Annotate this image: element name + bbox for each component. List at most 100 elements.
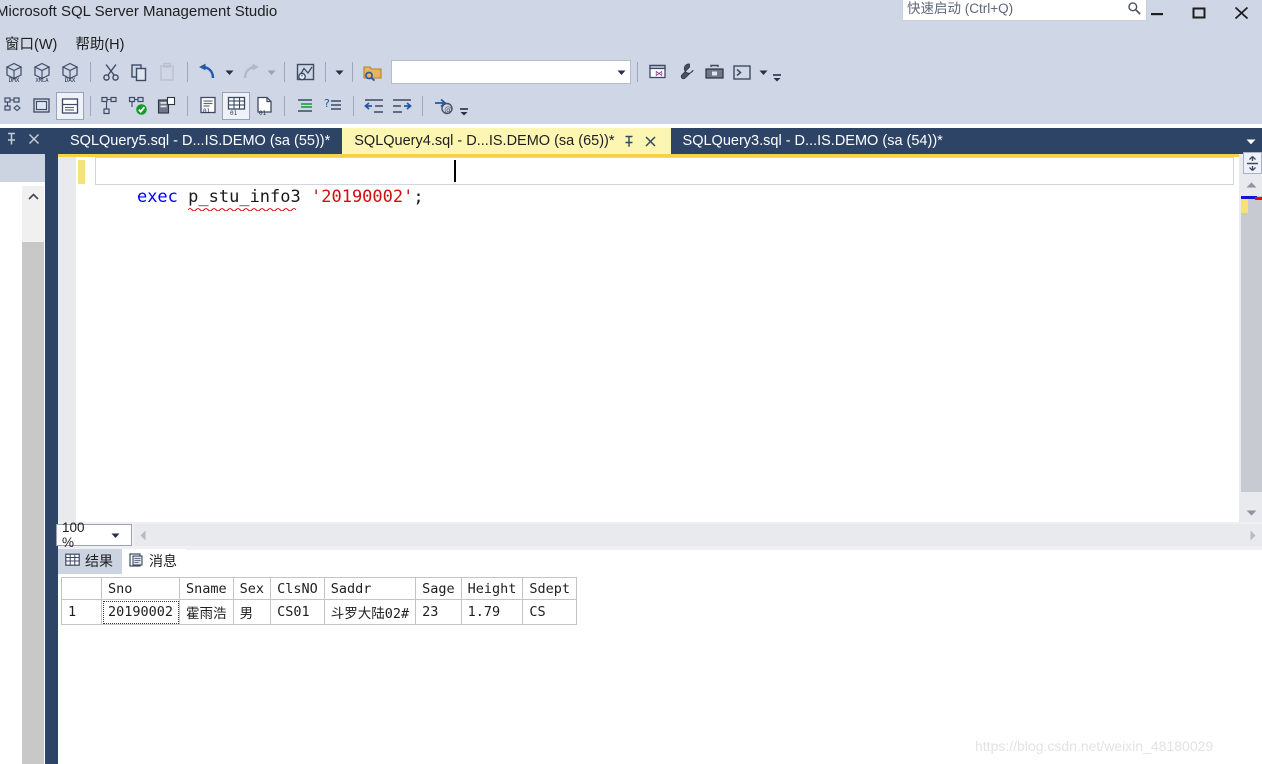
svg-text:@: @: [444, 105, 452, 114]
cell-clsno[interactable]: CS01: [270, 599, 325, 625]
menu-item-window[interactable]: 窗口(W): [0, 31, 66, 56]
toolbar-separator: [90, 62, 91, 82]
undo-dropdown-arrow[interactable]: [222, 58, 236, 86]
row-header-corner[interactable]: [61, 577, 102, 600]
toolbox-button[interactable]: [700, 58, 728, 86]
maximize-button[interactable]: [1178, 0, 1220, 26]
results-grid-area: Sno Sname Sex ClsNO Saddr Sage Height Sd…: [58, 574, 1262, 764]
object-explorer-button[interactable]: [0, 92, 28, 120]
error-squiggle-icon: [188, 208, 297, 211]
scroll-up-arrow[interactable]: [1241, 176, 1262, 194]
database-combo-input[interactable]: [392, 64, 612, 80]
chevron-down-icon[interactable]: [612, 69, 630, 76]
increase-indent-button[interactable]: [388, 92, 416, 120]
results-to-grid-button[interactable]: 01: [222, 92, 250, 120]
column-header-clsno[interactable]: ClsNO: [270, 577, 325, 600]
results-to-file-button[interactable]: 01: [250, 92, 278, 120]
split-editor-button[interactable]: [1243, 152, 1262, 174]
table-row[interactable]: 1 20190002 霍雨浩 男 CS01 斗罗大陆02# 23 1.79 CS: [61, 599, 578, 625]
tab-results[interactable]: 结果: [58, 549, 122, 574]
undo-button[interactable]: [194, 58, 222, 86]
column-header-sex[interactable]: Sex: [232, 577, 272, 600]
pin-icon[interactable]: [5, 132, 18, 151]
column-header-sname[interactable]: Sname: [179, 577, 234, 600]
cell-sage[interactable]: 23: [415, 599, 462, 625]
svg-text:01: 01: [203, 108, 211, 115]
tab-overflow-chevron-down-icon[interactable]: [1240, 128, 1262, 154]
toolbar-overflow-button[interactable]: [457, 92, 471, 120]
cell-height[interactable]: 1.79: [460, 599, 524, 625]
cut-button[interactable]: [97, 58, 125, 86]
window-layout-button[interactable]: ⋈: [644, 58, 672, 86]
toolbar-extra-dropdown[interactable]: [332, 58, 346, 86]
menu-item-help[interactable]: 帮助(H): [66, 31, 133, 56]
column-header-height[interactable]: Height: [460, 577, 524, 600]
column-header-sage[interactable]: Sage: [415, 577, 462, 600]
editor-scroll-thumb[interactable]: [1241, 196, 1262, 492]
tab-close-icon[interactable]: [643, 133, 659, 149]
new-xmla-query-button[interactable]: XMLA: [28, 58, 56, 86]
uncomment-lines-button[interactable]: ?: [319, 92, 347, 120]
redo-button[interactable]: [236, 58, 264, 86]
dock-splitter[interactable]: [45, 128, 58, 764]
close-button[interactable]: [1220, 0, 1262, 26]
command-prompt-button[interactable]: [728, 58, 756, 86]
toolbar-sql-editor: 01 01 01 ? @: [0, 88, 1262, 124]
cell-sex[interactable]: 男: [232, 599, 272, 625]
cell-sno[interactable]: 20190002: [100, 599, 181, 625]
title-bar: Microsoft SQL Server Management Studio: [0, 0, 1262, 30]
toolbar-overflow-button[interactable]: [770, 58, 784, 86]
scroll-right-arrow[interactable]: [1244, 530, 1262, 541]
comment-lines-button[interactable]: [291, 92, 319, 120]
quick-launch-input[interactable]: [903, 1, 1122, 16]
cell-sdept[interactable]: CS: [522, 599, 578, 625]
copy-button[interactable]: [125, 58, 153, 86]
scroll-down-arrow[interactable]: [1241, 504, 1262, 522]
table-header-row: Sno Sname Sex ClsNO Saddr Sage Height Sd…: [61, 577, 578, 600]
tab-sqlquery4[interactable]: SQLQuery4.sql - D...IS.DEMO (sa (65))*: [342, 128, 671, 154]
zoom-level-combo[interactable]: 100 %: [56, 520, 132, 550]
tab-label: SQLQuery5.sql - D...IS.DEMO (sa (55))*: [70, 133, 331, 149]
template-explorer-button[interactable]: [56, 92, 84, 120]
tab-messages[interactable]: 消息: [122, 549, 186, 574]
row-number[interactable]: 1: [61, 599, 102, 625]
scroll-left-arrow[interactable]: [134, 530, 152, 541]
sql-code-line[interactable]: exec p_stu_info3 '20190002';: [96, 158, 424, 236]
new-dax-query-button[interactable]: DAX: [56, 58, 84, 86]
parse-query-button[interactable]: [97, 92, 125, 120]
tab-pin-icon[interactable]: [621, 133, 637, 149]
properties-button[interactable]: [672, 58, 700, 86]
new-dmx-query-button[interactable]: DMX: [0, 58, 28, 86]
sql-keyword-exec: exec: [136, 187, 178, 207]
editor-tab-strip: SQLQuery5.sql - D...IS.DEMO (sa (55))* S…: [58, 128, 1262, 154]
tab-sqlquery5[interactable]: SQLQuery5.sql - D...IS.DEMO (sa (55))*: [58, 128, 343, 154]
cell-saddr[interactable]: 斗罗大陆02#: [323, 599, 417, 625]
results-grid[interactable]: Sno Sname Sex ClsNO Saddr Sage Height Sd…: [61, 577, 578, 625]
dock-scroll-thumb[interactable]: [22, 242, 44, 764]
editor-horizontal-scrollbar[interactable]: [134, 524, 1262, 546]
command-prompt-dropdown-arrow[interactable]: [756, 58, 770, 86]
minimize-button[interactable]: [1136, 0, 1178, 26]
execute-query-button[interactable]: [125, 92, 153, 120]
column-header-saddr[interactable]: Saddr: [323, 577, 417, 600]
registered-servers-button[interactable]: [28, 92, 56, 120]
specify-values-button[interactable]: @: [429, 92, 457, 120]
column-header-sno[interactable]: Sno: [100, 577, 181, 600]
summary-window-button[interactable]: [291, 58, 319, 86]
quick-launch-box[interactable]: [902, 0, 1147, 21]
svg-text:⋈: ⋈: [655, 69, 663, 78]
include-actual-plan-button[interactable]: [153, 92, 181, 120]
open-file-button[interactable]: [359, 58, 387, 86]
redo-dropdown-arrow[interactable]: [264, 58, 278, 86]
database-combo[interactable]: [391, 60, 631, 84]
tab-sqlquery3[interactable]: SQLQuery3.sql - D...IS.DEMO (sa (54))*: [670, 128, 955, 154]
column-header-sdept[interactable]: Sdept: [522, 577, 578, 600]
results-to-text-button[interactable]: 01: [194, 92, 222, 120]
decrease-indent-button[interactable]: [360, 92, 388, 120]
chevron-down-icon[interactable]: [94, 532, 131, 539]
paste-button[interactable]: [153, 58, 181, 86]
cell-sname[interactable]: 霍雨浩: [179, 599, 234, 625]
toolbar-separator: [352, 62, 353, 82]
dock-scroll-up-arrow[interactable]: [22, 186, 44, 208]
close-icon[interactable]: [28, 132, 40, 150]
